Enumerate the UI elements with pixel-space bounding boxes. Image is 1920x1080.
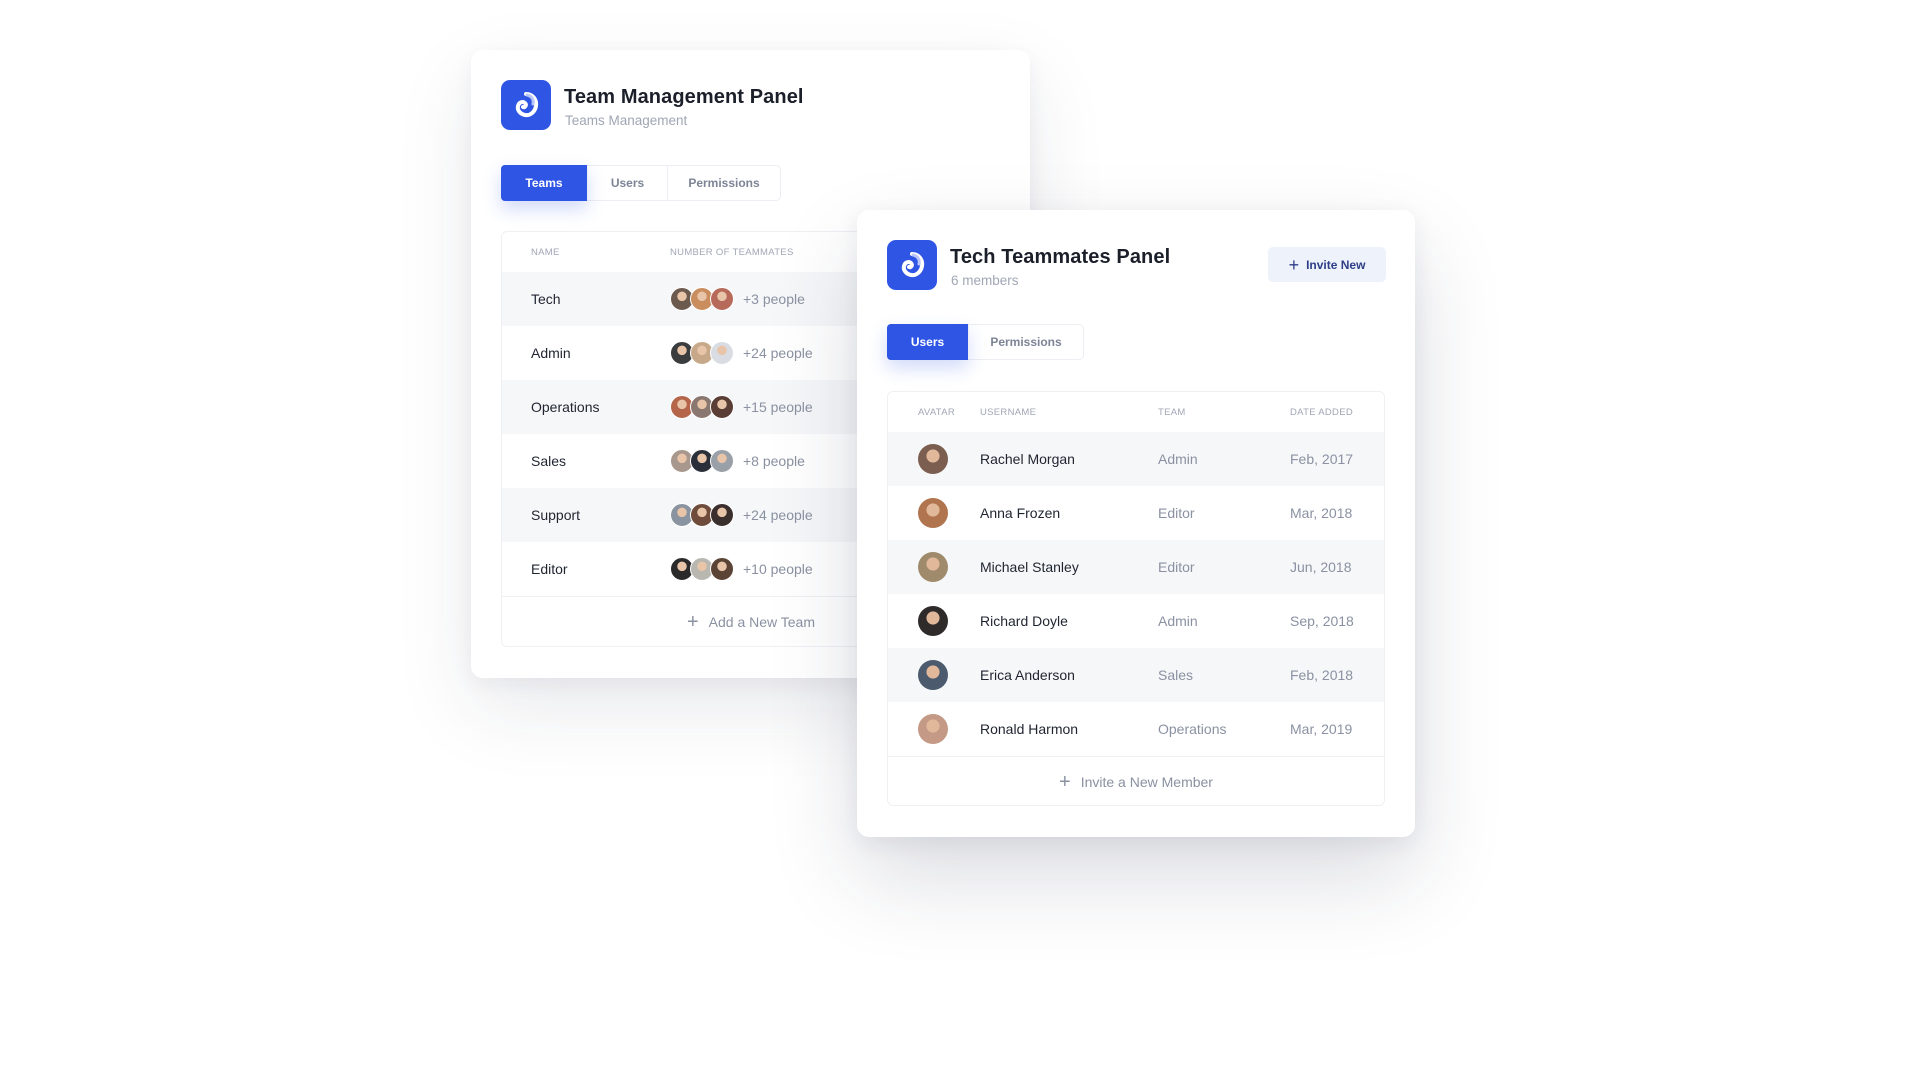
avatar xyxy=(710,557,734,581)
avatar xyxy=(710,395,734,419)
avatar xyxy=(710,341,734,365)
column-header-team: TEAM xyxy=(1158,406,1186,418)
username: Michael Stanley xyxy=(980,559,1079,575)
tab-permissions[interactable]: Permissions xyxy=(667,166,780,200)
people-count: +3 people xyxy=(743,291,805,307)
members-table: AVATAR USERNAME TEAM DATE ADDED Rachel M… xyxy=(887,391,1385,806)
avatar-cell xyxy=(918,498,948,528)
team-name: Support xyxy=(531,507,581,523)
team: Admin xyxy=(1158,613,1198,629)
tab-teams[interactable]: Teams xyxy=(501,165,587,201)
avatar-cell xyxy=(918,660,948,690)
avatar xyxy=(710,449,734,473)
avatar-stack xyxy=(670,341,734,365)
member-row[interactable]: Anna Frozen Editor Mar, 2018 xyxy=(888,486,1384,540)
teams-panel-tabs: Teams Users Permissions xyxy=(501,165,781,201)
column-header-teammates: NUMBER OF TEAMMATES xyxy=(670,246,794,258)
username: Rachel Morgan xyxy=(980,451,1075,467)
avatar-stack xyxy=(670,449,734,473)
panel-title: Team Management Panel xyxy=(564,86,804,108)
avatar xyxy=(710,287,734,311)
member-count: 6 members xyxy=(951,273,1019,288)
date-added: Mar, 2019 xyxy=(1290,721,1353,737)
teammates-cell: +3 people xyxy=(670,287,805,311)
team: Sales xyxy=(1158,667,1194,683)
column-header-username: USERNAME xyxy=(980,406,1037,418)
invite-member-label: Invite a New Member xyxy=(1080,774,1213,790)
member-row[interactable]: Erica Anderson Sales Feb, 2018 xyxy=(888,648,1384,702)
avatar xyxy=(918,714,948,744)
avatar xyxy=(918,552,948,582)
date-added: Feb, 2018 xyxy=(1290,667,1354,683)
invite-new-button[interactable]: + Invite New xyxy=(1268,247,1386,282)
date-added: Jun, 2018 xyxy=(1290,559,1352,575)
column-header-name: NAME xyxy=(531,246,560,258)
panel-title: Tech Teammates Panel xyxy=(950,246,1171,268)
username: Ronald Harmon xyxy=(980,721,1079,737)
username: Anna Frozen xyxy=(980,505,1061,521)
team: Admin xyxy=(1158,451,1198,467)
avatar-stack xyxy=(670,557,734,581)
avatar-stack xyxy=(670,287,734,311)
member-row[interactable]: Ronald Harmon Operations Mar, 2019 xyxy=(888,702,1384,756)
avatar-stack xyxy=(670,503,734,527)
column-header-date-added: DATE ADDED xyxy=(1290,406,1354,418)
swirl-logo-icon xyxy=(501,80,551,130)
team-name: Editor xyxy=(531,561,568,577)
avatar-cell xyxy=(918,552,948,582)
people-count: +8 people xyxy=(743,453,805,469)
team-name: Operations xyxy=(531,399,600,415)
tech-teammates-panel: Tech Teammates Panel 6 members + Invite … xyxy=(857,210,1415,837)
plus-icon: + xyxy=(1288,254,1300,275)
plus-icon: + xyxy=(686,611,699,633)
teammates-cell: +10 people xyxy=(670,557,813,581)
date-added: Feb, 2017 xyxy=(1290,451,1354,467)
plus-icon: + xyxy=(1059,771,1071,793)
avatar-cell xyxy=(918,606,948,636)
people-count: +24 people xyxy=(743,345,813,361)
invite-new-label: Invite New xyxy=(1306,257,1366,272)
column-header-avatar: AVATAR xyxy=(918,406,955,418)
team: Operations xyxy=(1158,721,1227,737)
team-name: Sales xyxy=(531,453,567,469)
team-name: Tech xyxy=(531,291,561,307)
people-count: +10 people xyxy=(743,561,813,577)
tab-permissions[interactable]: Permissions xyxy=(968,325,1083,359)
panel-subtitle: Teams Management xyxy=(565,113,688,128)
tab-users[interactable]: Users xyxy=(887,324,968,360)
avatar xyxy=(918,444,948,474)
avatar xyxy=(918,606,948,636)
teammates-cell: +15 people xyxy=(670,395,813,419)
swirl-logo-icon xyxy=(887,240,937,290)
member-row[interactable]: Michael Stanley Editor Jun, 2018 xyxy=(888,540,1384,594)
username: Erica Anderson xyxy=(980,667,1075,683)
team: Editor xyxy=(1158,505,1195,521)
avatar-cell xyxy=(918,444,948,474)
username: Richard Doyle xyxy=(980,613,1068,629)
teammates-cell: +8 people xyxy=(670,449,805,473)
tab-users[interactable]: Users xyxy=(587,166,667,200)
team: Editor xyxy=(1158,559,1195,575)
add-team-label: Add a New Team xyxy=(708,614,816,630)
member-row[interactable]: Richard Doyle Admin Sep, 2018 xyxy=(888,594,1384,648)
invite-member-button[interactable]: + Invite a New Member xyxy=(888,756,1384,805)
table-header: AVATAR USERNAME TEAM DATE ADDED xyxy=(888,392,1384,432)
avatar xyxy=(918,660,948,690)
date-added: Sep, 2018 xyxy=(1290,613,1354,629)
date-added: Mar, 2018 xyxy=(1290,505,1353,521)
avatar-cell xyxy=(918,714,948,744)
member-row[interactable]: Rachel Morgan Admin Feb, 2017 xyxy=(888,432,1384,486)
teammates-cell: +24 people xyxy=(670,503,813,527)
teammates-cell: +24 people xyxy=(670,341,813,365)
avatar xyxy=(710,503,734,527)
team-name: Admin xyxy=(531,345,571,361)
people-count: +24 people xyxy=(743,507,813,523)
people-count: +15 people xyxy=(743,399,813,415)
avatar xyxy=(918,498,948,528)
members-panel-tabs: Users Permissions xyxy=(887,324,1084,360)
avatar-stack xyxy=(670,395,734,419)
